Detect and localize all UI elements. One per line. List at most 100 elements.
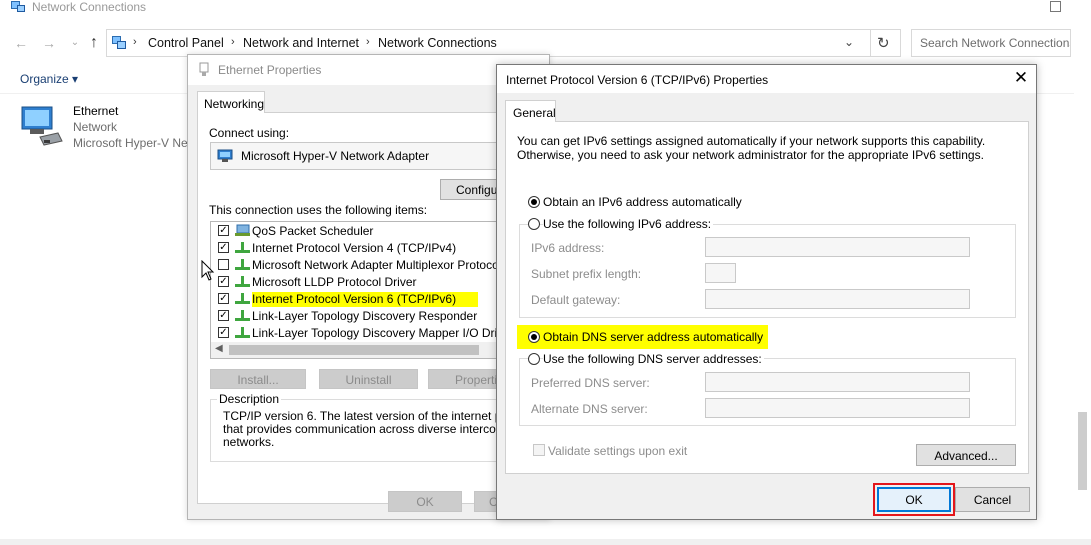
adapter-device-label: Microsoft Hyper-V Ne: [73, 136, 188, 150]
breadcrumb-separator-icon: ›: [366, 36, 370, 48]
address-divider: [870, 29, 871, 57]
checkbox-checked-icon[interactable]: ✓: [218, 242, 229, 253]
breadcrumb-control-panel[interactable]: Control Panel: [148, 36, 224, 50]
obtain-dns-auto-radio[interactable]: [528, 331, 540, 343]
list-item-multiplexor[interactable]: Microsoft Network Adapter Multiplexor Pr…: [211, 257, 507, 274]
network-connections-icon: [11, 1, 25, 12]
connection-items-list[interactable]: ✓ QoS Packet Scheduler ✓ Internet Protoc…: [210, 221, 514, 359]
ipv6-address-label: IPv6 address:: [531, 241, 605, 255]
list-item-lldp[interactable]: ✓ Microsoft LLDP Protocol Driver: [211, 274, 507, 291]
protocol-icon: [235, 259, 250, 270]
scrollbar-thumb[interactable]: [1078, 412, 1087, 490]
alternate-dns-field[interactable]: [705, 398, 970, 418]
subnet-prefix-field[interactable]: [705, 263, 736, 283]
explorer-title-bar: Network Connections: [0, 0, 1091, 18]
address-network-icon: [112, 36, 126, 49]
intro-line: Otherwise, you need to ask your network …: [517, 147, 984, 162]
explorer-vertical-scrollbar[interactable]: [1074, 62, 1091, 545]
refresh-icon[interactable]: ↻: [877, 34, 890, 52]
checkbox-checked-icon[interactable]: ✓: [218, 276, 229, 287]
list-item-label-highlighted: Internet Protocol Version 6 (TCP/IPv6): [252, 292, 479, 307]
breadcrumb-network-and-internet[interactable]: Network and Internet: [243, 36, 359, 50]
scrollbar-thumb[interactable]: [229, 345, 479, 355]
ethernet-adapter-icon[interactable]: [18, 103, 66, 151]
protocol-icon: [235, 327, 250, 338]
radio-selected-dot: [531, 199, 537, 205]
breadcrumb-separator-icon: ›: [231, 36, 235, 48]
adapter-network-label: Network: [73, 120, 118, 134]
checkbox-checked-icon[interactable]: ✓: [218, 327, 229, 338]
list-item-label: Link-Layer Topology Discovery Mapper I/O…: [252, 326, 514, 340]
scroll-left-icon[interactable]: ◀: [215, 343, 223, 354]
install-button[interactable]: Install...: [210, 369, 306, 389]
checkbox-unchecked-icon[interactable]: [218, 259, 229, 270]
list-item-qos[interactable]: ✓ QoS Packet Scheduler: [211, 223, 507, 240]
address-dropdown-icon[interactable]: ⌄: [844, 35, 854, 49]
ethernet-ok-button[interactable]: OK: [388, 491, 462, 512]
checkbox-checked-icon[interactable]: ✓: [218, 293, 229, 304]
default-gateway-field[interactable]: [705, 289, 970, 309]
validate-settings-checkbox[interactable]: [533, 444, 545, 456]
preferred-dns-field[interactable]: [705, 372, 970, 392]
connect-using-adapter-box: Microsoft Hyper-V Network Adapter: [210, 142, 510, 170]
list-item-label: Microsoft LLDP Protocol Driver: [252, 275, 417, 289]
ipv6-properties-dialog: Internet Protocol Version 6 (TCP/IPv6) P…: [496, 64, 1037, 520]
description-group: Description TCP/IP version 6. The latest…: [210, 392, 513, 462]
list-item-lltd-responder[interactable]: ✓ Link-Layer Topology Discovery Responde…: [211, 308, 507, 325]
ethernet-properties-title-bar: Ethernet Properties: [188, 55, 549, 85]
ethernet-properties-title: Ethernet Properties: [218, 63, 322, 77]
ipv6-ok-button[interactable]: OK: [877, 487, 951, 512]
tab-networking[interactable]: Networking: [197, 91, 265, 113]
ethernet-cancel-button[interactable]: C: [474, 491, 498, 512]
recent-dropdown-icon[interactable]: ⌄: [66, 34, 84, 52]
up-arrow-icon[interactable]: ↑: [85, 34, 103, 52]
explorer-status-bar: [0, 539, 1091, 545]
ipv6-properties-title-bar: Internet Protocol Version 6 (TCP/IPv6) P…: [497, 65, 1036, 93]
list-item-label: Link-Layer Topology Discovery Responder: [252, 309, 478, 323]
subnet-prefix-label: Subnet prefix length:: [531, 267, 642, 281]
ipv6-address-field[interactable]: [705, 237, 970, 257]
ipv6-cancel-button[interactable]: Cancel: [955, 487, 1030, 512]
close-icon[interactable]: ✕: [1012, 68, 1030, 88]
back-arrow-icon[interactable]: ←: [12, 34, 30, 52]
list-item-label: QoS Packet Scheduler: [252, 224, 374, 238]
use-following-ipv6-label[interactable]: Use the following IPv6 address:: [543, 217, 714, 231]
advanced-button[interactable]: Advanced...: [916, 444, 1016, 466]
organize-menu-button[interactable]: Organize ▾: [20, 72, 78, 86]
obtain-ipv6-auto-label[interactable]: Obtain an IPv6 address automatically: [543, 195, 742, 209]
connect-using-label: Connect using:: [209, 126, 290, 140]
breadcrumb-network-connections[interactable]: Network Connections: [378, 36, 497, 50]
breadcrumb-separator-icon: ›: [133, 36, 137, 48]
description-text: TCP/IP version 6. The latest version of …: [223, 410, 513, 449]
use-following-ipv6-radio[interactable]: [528, 218, 540, 230]
adapter-name-label[interactable]: Ethernet: [73, 104, 118, 118]
list-horizontal-scrollbar[interactable]: ◀: [211, 342, 509, 358]
preferred-dns-label: Preferred DNS server:: [531, 376, 650, 390]
address-bar[interactable]: › Control Panel › Network and Internet ›…: [106, 29, 901, 57]
checkbox-checked-icon[interactable]: ✓: [218, 310, 229, 321]
search-input[interactable]: Search Network Connections: [911, 29, 1071, 57]
tab-general[interactable]: General: [505, 100, 556, 122]
obtain-ipv6-auto-radio[interactable]: [528, 196, 540, 208]
list-item-lltd-mapper[interactable]: ✓ Link-Layer Topology Discovery Mapper I…: [211, 325, 514, 342]
protocol-icon: [235, 310, 250, 321]
list-item-label: Internet Protocol Version 4 (TCP/IPv4): [252, 241, 457, 255]
checkbox-checked-icon[interactable]: ✓: [218, 225, 229, 236]
mouse-pointer-icon: [201, 260, 215, 281]
protocol-icon: [235, 276, 250, 287]
intro-line: You can get IPv6 settings assigned autom…: [517, 134, 986, 148]
description-line: networks.: [223, 435, 275, 449]
forward-arrow-icon[interactable]: →: [40, 34, 58, 52]
protocol-icon: [235, 293, 250, 304]
maximize-button[interactable]: [1050, 1, 1061, 12]
list-item-ipv4[interactable]: ✓ Internet Protocol Version 4 (TCP/IPv4): [211, 240, 507, 257]
radio-selected-dot: [531, 334, 537, 340]
explorer-window-title: Network Connections: [32, 0, 147, 14]
use-following-dns-radio[interactable]: [528, 353, 540, 365]
validate-settings-label[interactable]: Validate settings upon exit: [548, 444, 687, 458]
list-item-ipv6[interactable]: ✓ Internet Protocol Version 6 (TCP/IPv6): [211, 291, 507, 308]
uninstall-button[interactable]: Uninstall: [319, 369, 418, 389]
obtain-dns-auto-label[interactable]: Obtain DNS server address automatically: [543, 330, 763, 344]
use-following-dns-label[interactable]: Use the following DNS server addresses:: [543, 352, 764, 366]
adapter-name-text: Microsoft Hyper-V Network Adapter: [241, 149, 430, 163]
